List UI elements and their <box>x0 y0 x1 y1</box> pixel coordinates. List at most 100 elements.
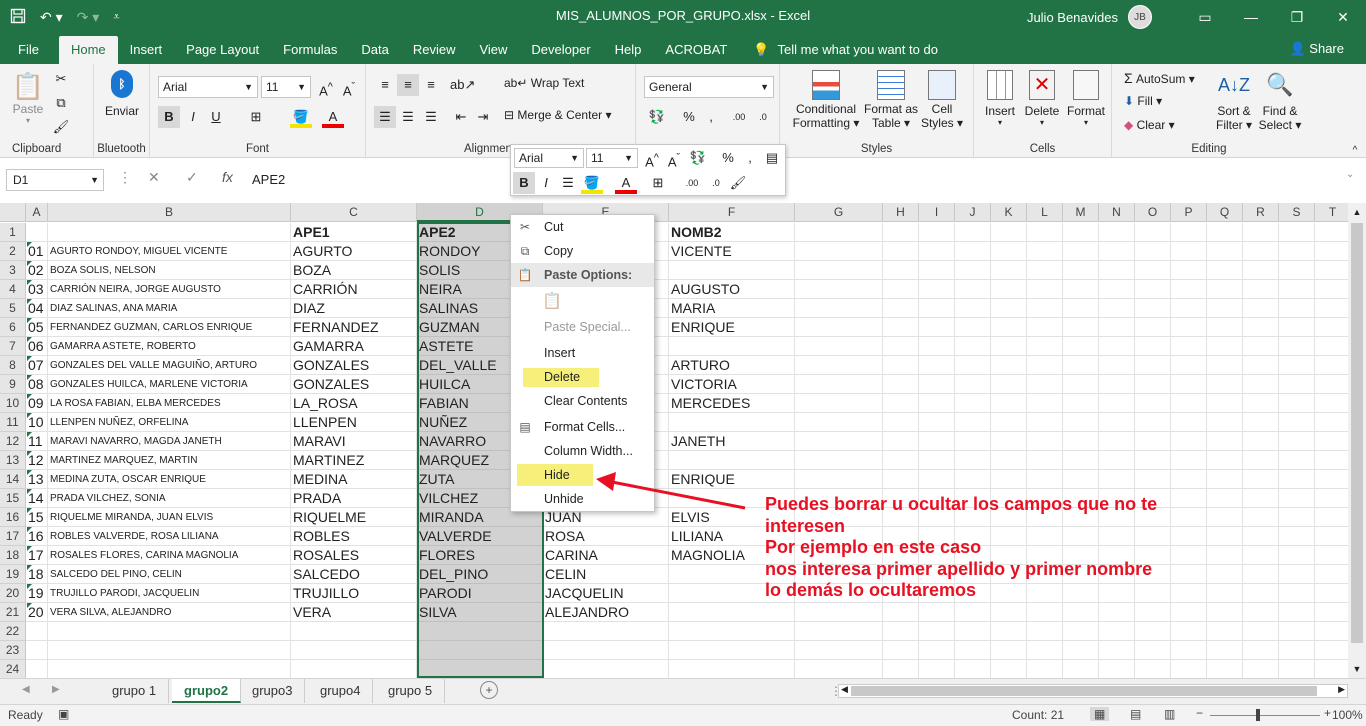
font-color-icon[interactable]: A <box>322 106 344 128</box>
cell-d22[interactable] <box>417 622 543 641</box>
cell-i7[interactable] <box>919 337 955 356</box>
select-all-corner[interactable] <box>0 203 26 222</box>
cell-i11[interactable] <box>919 413 955 432</box>
accounting-icon[interactable]: 💱 <box>687 147 709 169</box>
cell-c8[interactable]: GONZALES <box>291 356 417 375</box>
cell-d21[interactable]: SILVA <box>417 603 543 622</box>
cell-c12[interactable]: MARAVI <box>291 432 417 451</box>
user-name[interactable]: Julio Benavides <box>1027 10 1118 25</box>
cell-b2[interactable]: AGURTO RONDOY, MIGUEL VICENTE <box>48 242 291 261</box>
align-center-icon[interactable]: ☰ <box>557 172 579 194</box>
cell-h1[interactable] <box>883 223 919 242</box>
cell-i1[interactable] <box>919 223 955 242</box>
cell-o3[interactable] <box>1135 261 1171 280</box>
row-header[interactable]: 20 <box>0 584 26 603</box>
menu-item-paste-special[interactable]: Paste Special... <box>511 315 654 339</box>
zoom-out-icon[interactable]: − <box>1196 706 1203 720</box>
cell-n12[interactable] <box>1099 432 1135 451</box>
cell-p14[interactable] <box>1171 470 1207 489</box>
cell-s23[interactable] <box>1279 641 1315 660</box>
normal-view-icon[interactable]: ▦ <box>1090 707 1110 721</box>
cell-k7[interactable] <box>991 337 1027 356</box>
cell-j24[interactable] <box>955 660 991 678</box>
cell-l4[interactable] <box>1027 280 1063 299</box>
format-as-table-button[interactable]: Format as Table ▾ <box>864 70 918 130</box>
percent-button[interactable]: % <box>678 106 700 128</box>
cell-j11[interactable] <box>955 413 991 432</box>
cell-k1[interactable] <box>991 223 1027 242</box>
row-header[interactable]: 11 <box>0 413 26 432</box>
cell-t13[interactable] <box>1315 451 1348 470</box>
cell-o22[interactable] <box>1135 622 1171 641</box>
cell-r24[interactable] <box>1243 660 1279 678</box>
row-header[interactable]: 16 <box>0 508 26 527</box>
cell-c11[interactable]: LLENPEN <box>291 413 417 432</box>
cell-b11[interactable]: LLENPEN NUÑEZ, ORFELINA <box>48 413 291 432</box>
cell-b14[interactable]: MEDINA ZUTA, OSCAR ENRIQUE <box>48 470 291 489</box>
tab-acrobat[interactable]: ACROBAT <box>653 36 739 64</box>
cell-o9[interactable] <box>1135 375 1171 394</box>
cell-p12[interactable] <box>1171 432 1207 451</box>
column-header-i[interactable]: I <box>919 203 955 222</box>
cell-l7[interactable] <box>1027 337 1063 356</box>
middle-align-icon[interactable]: ≡ <box>397 74 419 96</box>
conditional-formatting-button[interactable]: Conditional Formatting ▾ <box>788 70 864 130</box>
cell-b12[interactable]: MARAVI NAVARRO, MAGDA JANETH <box>48 432 291 451</box>
cell-o23[interactable] <box>1135 641 1171 660</box>
cell-o5[interactable] <box>1135 299 1171 318</box>
cell-p9[interactable] <box>1171 375 1207 394</box>
cell-l5[interactable] <box>1027 299 1063 318</box>
cell-p21[interactable] <box>1171 603 1207 622</box>
cell-d19[interactable]: DEL_PINO <box>417 565 543 584</box>
cell-c19[interactable]: SALCEDO <box>291 565 417 584</box>
insert-function-button[interactable]: fx <box>222 169 233 185</box>
cell-s9[interactable] <box>1279 375 1315 394</box>
cell-r8[interactable] <box>1243 356 1279 375</box>
column-header-j[interactable]: J <box>955 203 991 222</box>
cell-g22[interactable] <box>795 622 883 641</box>
cell-q13[interactable] <box>1207 451 1243 470</box>
cell-q8[interactable] <box>1207 356 1243 375</box>
cell-i4[interactable] <box>919 280 955 299</box>
cell-r4[interactable] <box>1243 280 1279 299</box>
cell-m11[interactable] <box>1063 413 1099 432</box>
cell-n8[interactable] <box>1099 356 1135 375</box>
cell-q3[interactable] <box>1207 261 1243 280</box>
cell-c9[interactable]: GONZALES <box>291 375 417 394</box>
cell-n24[interactable] <box>1099 660 1135 678</box>
cell-j3[interactable] <box>955 261 991 280</box>
cell-m1[interactable] <box>1063 223 1099 242</box>
cell-f4[interactable]: AUGUSTO <box>669 280 795 299</box>
cell-k13[interactable] <box>991 451 1027 470</box>
cell-q14[interactable] <box>1207 470 1243 489</box>
cell-j12[interactable] <box>955 432 991 451</box>
cell-n5[interactable] <box>1099 299 1135 318</box>
cell-g11[interactable] <box>795 413 883 432</box>
redo-icon[interactable]: ↷ ▾ <box>77 9 100 26</box>
formula-input[interactable]: APE2 <box>252 169 285 191</box>
cell-t22[interactable] <box>1315 622 1348 641</box>
cell-m23[interactable] <box>1063 641 1099 660</box>
accounting-icon[interactable]: 💱 <box>646 106 668 128</box>
row-header[interactable]: 5 <box>0 299 26 318</box>
hscroll-thumb[interactable] <box>851 686 1317 696</box>
tab-page-layout[interactable]: Page Layout <box>174 36 271 64</box>
prev-sheet-icon[interactable]: ◀ <box>22 684 30 695</box>
cell-g2[interactable] <box>795 242 883 261</box>
decrease-font-icon[interactable]: Aˇ <box>663 147 685 169</box>
cell-i21[interactable] <box>919 603 955 622</box>
cell-r21[interactable] <box>1243 603 1279 622</box>
cell-f6[interactable]: ENRIQUE <box>669 318 795 337</box>
cell-k3[interactable] <box>991 261 1027 280</box>
cell-f1[interactable]: NOMB2 <box>669 223 795 242</box>
cell-f21[interactable] <box>669 603 795 622</box>
paste-option-icon[interactable]: 📋 <box>541 291 563 315</box>
cell-f11[interactable] <box>669 413 795 432</box>
cell-g21[interactable] <box>795 603 883 622</box>
cell-h13[interactable] <box>883 451 919 470</box>
row-header[interactable]: 23 <box>0 641 26 660</box>
column-header-s[interactable]: S <box>1279 203 1315 222</box>
cell-c4[interactable]: CARRIÓN <box>291 280 417 299</box>
cell-t12[interactable] <box>1315 432 1348 451</box>
cell-g13[interactable] <box>795 451 883 470</box>
